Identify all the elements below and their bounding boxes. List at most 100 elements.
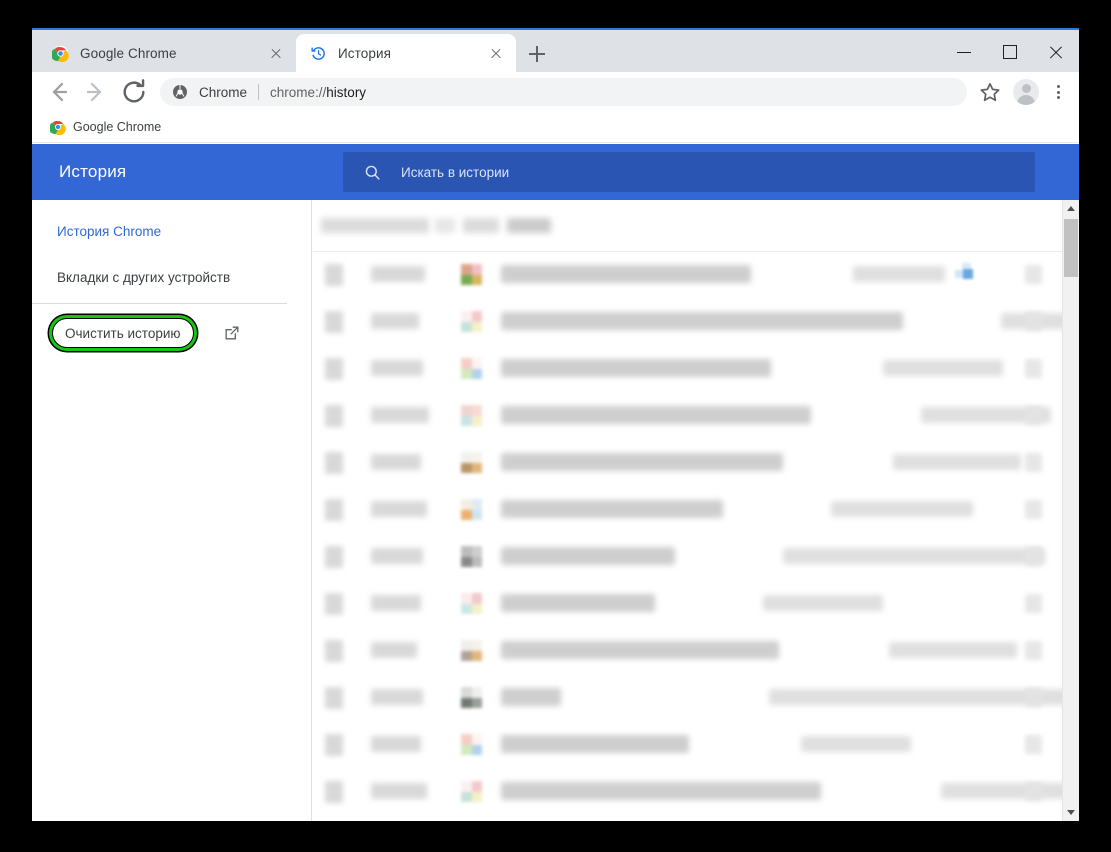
- row-title-redacted[interactable]: [501, 594, 655, 612]
- sidebar-item-tabs-other-devices[interactable]: Вкладки с других устройств: [32, 265, 311, 291]
- row-title-redacted[interactable]: [501, 688, 561, 706]
- row-checkbox[interactable]: [325, 781, 343, 803]
- row-domain-redacted: [831, 501, 973, 517]
- row-checkbox[interactable]: [325, 452, 343, 474]
- table-row[interactable]: [313, 345, 1062, 392]
- history-rows: [313, 251, 1062, 821]
- clear-browsing-data-button[interactable]: Очистить историю: [52, 318, 194, 348]
- row-checkbox[interactable]: [325, 546, 343, 568]
- row-menu-button[interactable]: [1025, 453, 1042, 472]
- row-domain-redacted: [763, 595, 883, 611]
- row-title-redacted[interactable]: [501, 359, 771, 377]
- scroll-up-arrow[interactable]: [1063, 200, 1079, 217]
- tab-close-button[interactable]: [266, 43, 286, 63]
- close-button[interactable]: [1033, 32, 1079, 72]
- row-checkbox[interactable]: [325, 311, 343, 333]
- table-row[interactable]: [313, 251, 1062, 298]
- row-title-redacted[interactable]: [501, 265, 751, 283]
- history-date-group-header: [313, 200, 1062, 252]
- table-row[interactable]: [313, 439, 1062, 486]
- new-tab-button[interactable]: [524, 41, 550, 67]
- group-header-text-redacted: [435, 218, 455, 233]
- favicon: [461, 452, 482, 473]
- table-row[interactable]: [313, 721, 1062, 768]
- row-checkbox[interactable]: [325, 734, 343, 756]
- row-domain-redacted: [801, 736, 911, 752]
- row-domain-redacted: [941, 783, 1062, 799]
- row-menu-button[interactable]: [1025, 359, 1042, 378]
- history-scrollbar[interactable]: [1062, 200, 1079, 821]
- favicon: [461, 734, 482, 755]
- maximize-button[interactable]: [987, 32, 1033, 72]
- row-menu-button[interactable]: [1025, 312, 1042, 331]
- row-title-redacted[interactable]: [501, 312, 903, 330]
- row-domain-redacted: [769, 689, 1062, 705]
- scroll-thumb[interactable]: [1064, 219, 1078, 277]
- star-icon[interactable]: [975, 77, 1005, 107]
- reload-icon[interactable]: [118, 76, 150, 108]
- favicon: [461, 358, 482, 379]
- bookmark-label: Google Chrome: [73, 120, 162, 134]
- table-row[interactable]: [313, 674, 1062, 721]
- row-menu-button[interactable]: [1025, 641, 1042, 660]
- row-time-redacted: [371, 642, 417, 658]
- three-dot-menu-icon[interactable]: [1045, 77, 1071, 107]
- row-title-redacted[interactable]: [501, 547, 675, 565]
- row-domain-redacted: [883, 360, 1003, 376]
- history-list: [313, 200, 1062, 821]
- address-bar[interactable]: Chrome chrome://history: [160, 78, 967, 106]
- table-row[interactable]: [313, 533, 1062, 580]
- row-title-redacted[interactable]: [501, 782, 821, 800]
- table-row[interactable]: [313, 486, 1062, 533]
- minimize-button[interactable]: [941, 32, 987, 72]
- sidebar-item-chrome-history[interactable]: История Chrome: [32, 219, 311, 245]
- row-menu-button[interactable]: [1025, 500, 1042, 519]
- row-menu-button[interactable]: [1025, 688, 1042, 707]
- row-checkbox[interactable]: [325, 358, 343, 380]
- back-arrow-icon[interactable]: [42, 76, 74, 108]
- table-row[interactable]: [313, 580, 1062, 627]
- bookmark-item-google-chrome[interactable]: Google Chrome: [44, 116, 167, 138]
- history-page: История Искать в истории История Chrome …: [32, 144, 1079, 821]
- screen: Google Chrome История Chrome chrome://hi…: [0, 0, 1111, 852]
- row-checkbox[interactable]: [325, 499, 343, 521]
- chrome-icon: [48, 119, 66, 136]
- table-row[interactable]: [313, 392, 1062, 439]
- row-checkbox[interactable]: [325, 593, 343, 615]
- row-title-redacted[interactable]: [501, 406, 811, 424]
- search-input[interactable]: Искать в истории: [343, 152, 1035, 192]
- sidebar-divider: [32, 303, 287, 304]
- group-header-text-redacted: [321, 218, 429, 233]
- external-link-icon[interactable]: [222, 323, 242, 343]
- tab-close-button[interactable]: [486, 43, 506, 63]
- tab-google-chrome[interactable]: Google Chrome: [38, 34, 296, 72]
- row-checkbox[interactable]: [325, 405, 343, 427]
- favicon: [461, 687, 482, 708]
- favicon: [461, 311, 482, 332]
- group-header-text-redacted: [507, 218, 551, 233]
- table-row[interactable]: [313, 768, 1062, 815]
- forward-arrow-icon[interactable]: [80, 76, 112, 108]
- row-title-redacted[interactable]: [501, 641, 779, 659]
- row-menu-button[interactable]: [1025, 594, 1042, 613]
- row-checkbox[interactable]: [325, 264, 343, 286]
- row-checkbox[interactable]: [325, 640, 343, 662]
- table-row[interactable]: [313, 298, 1062, 345]
- row-title-redacted[interactable]: [501, 453, 783, 471]
- row-time-redacted: [371, 783, 427, 799]
- row-menu-button[interactable]: [1025, 265, 1042, 284]
- row-menu-button[interactable]: [1025, 406, 1042, 425]
- row-menu-button[interactable]: [1025, 735, 1042, 754]
- bookmarks-bar: Google Chrome: [32, 112, 1079, 143]
- tab-title: История: [338, 45, 392, 61]
- row-menu-button[interactable]: [1025, 782, 1042, 801]
- row-title-redacted[interactable]: [501, 500, 723, 518]
- favicon: [461, 593, 482, 614]
- scroll-down-arrow[interactable]: [1063, 804, 1079, 821]
- row-menu-button[interactable]: [1025, 547, 1042, 566]
- table-row[interactable]: [313, 627, 1062, 674]
- tab-history[interactable]: История: [296, 34, 516, 72]
- row-title-redacted[interactable]: [501, 735, 689, 753]
- avatar[interactable]: [1013, 79, 1039, 105]
- row-checkbox[interactable]: [325, 687, 343, 709]
